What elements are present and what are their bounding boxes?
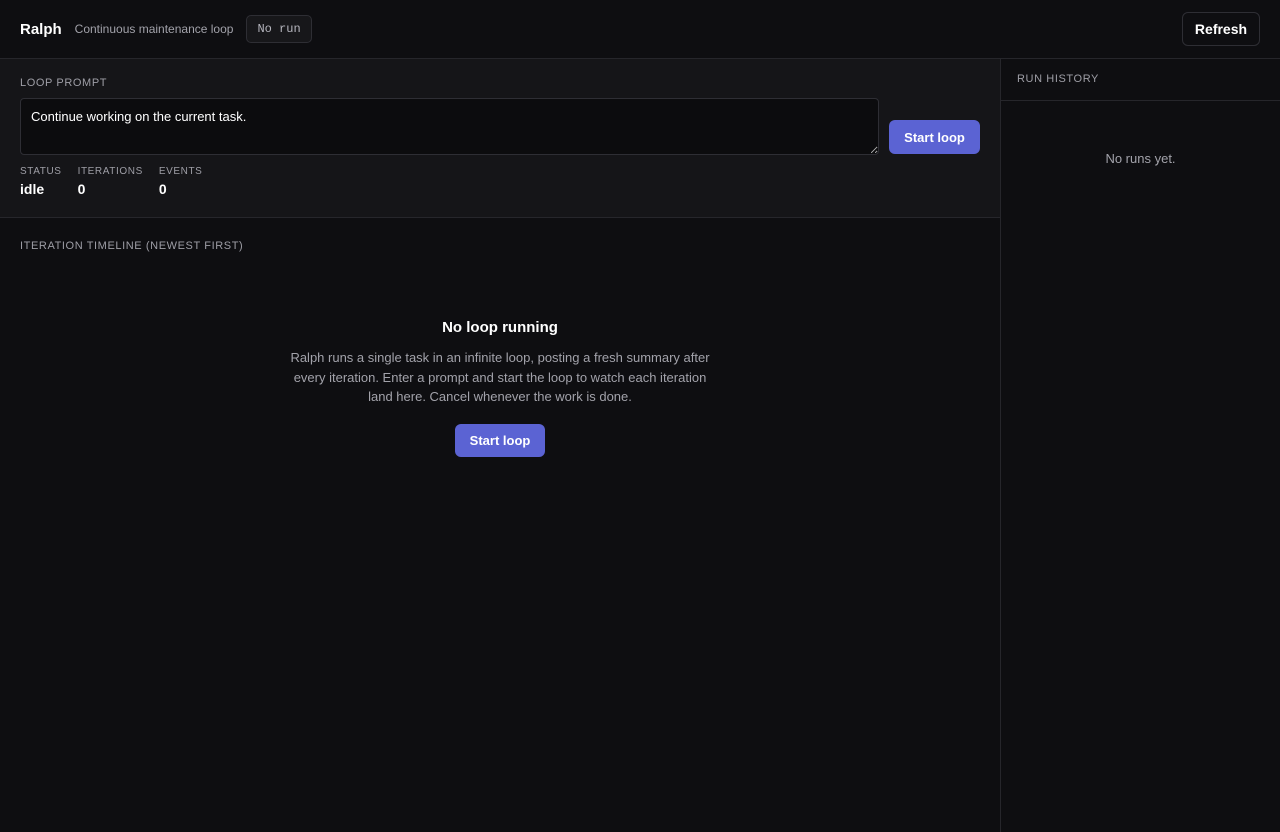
iterations-label: ITERATIONS	[77, 166, 143, 177]
loop-stats: STATUS idle ITERATIONS 0 EVENTS 0	[20, 166, 980, 197]
events-label: EVENTS	[158, 166, 203, 177]
run-status-badge: No run	[246, 15, 312, 43]
app-subtitle: Continuous maintenance loop	[74, 22, 234, 36]
events-value: 0	[158, 181, 167, 197]
run-history-header: RUN HISTORY	[1001, 59, 1280, 101]
iterations-value: 0	[77, 181, 86, 197]
start-loop-button[interactable]: Start loop	[889, 120, 980, 154]
run-history-title: RUN HISTORY	[1017, 73, 1099, 85]
run-history-sidebar: RUN HISTORY No runs yet.	[1000, 59, 1280, 832]
loop-prompt-input[interactable]	[20, 98, 879, 155]
empty-state-start-loop-button[interactable]: Start loop	[455, 423, 545, 457]
app-name: Ralph	[20, 20, 62, 38]
prompt-row: Start loop	[20, 98, 980, 155]
empty-state-title: No loop running	[442, 319, 558, 336]
run-history-empty: No runs yet.	[1105, 151, 1176, 166]
main-panel: LOOP PROMPT Start loop STATUS idle ITERA…	[0, 59, 1000, 832]
status-stat: STATUS idle	[20, 166, 62, 197]
status-label: STATUS	[20, 166, 62, 177]
status-value: idle	[20, 181, 45, 197]
timeline-empty-state: No loop running Ralph runs a single task…	[0, 319, 1000, 457]
iterations-stat: ITERATIONS 0	[78, 166, 143, 197]
events-stat: EVENTS 0	[159, 166, 203, 197]
empty-state-description: Ralph runs a single task in an infinite …	[290, 350, 710, 404]
iteration-timeline: ITERATION TIMELINE (NEWEST FIRST) No loo…	[0, 218, 1000, 832]
loop-prompt-label: LOOP PROMPT	[20, 77, 108, 89]
refresh-button[interactable]: Refresh	[1182, 12, 1260, 46]
loop-prompt-panel: LOOP PROMPT Start loop STATUS idle ITERA…	[0, 59, 1000, 218]
top-bar: Ralph Continuous maintenance loop No run…	[0, 0, 1280, 59]
timeline-label: ITERATION TIMELINE (NEWEST FIRST)	[20, 240, 244, 252]
